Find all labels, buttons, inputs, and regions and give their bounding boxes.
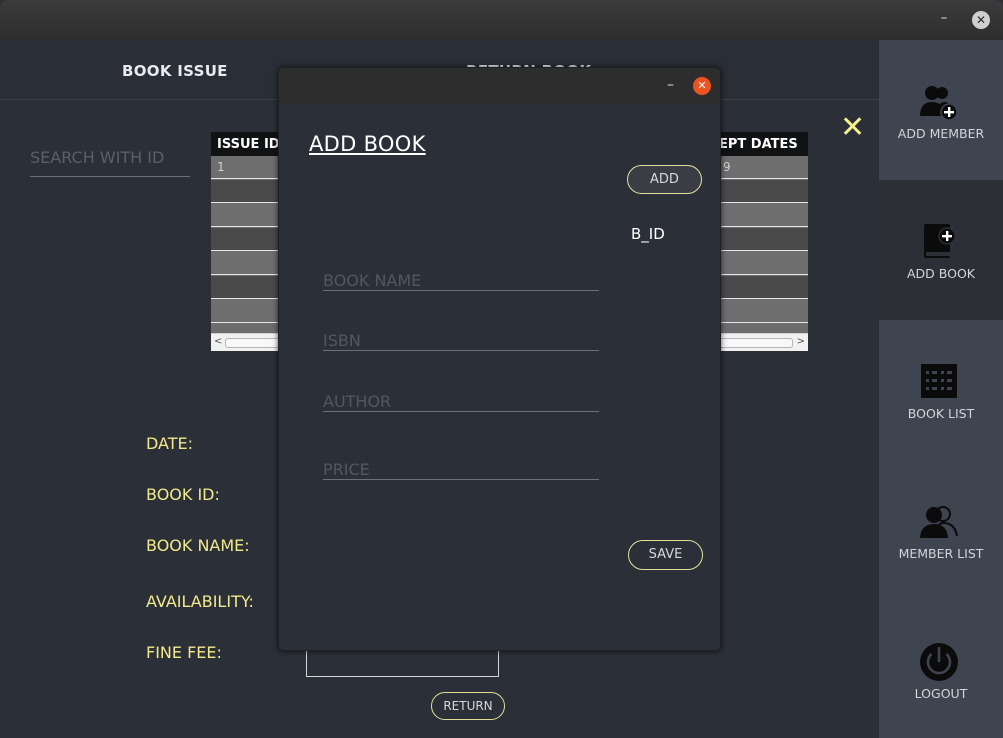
sidebar-item-member-list[interactable]: MEMBER LIST: [879, 460, 1003, 600]
sidebar: ADD MEMBER ADD BOOK BOOK LIST MEMBER LIS…: [879, 40, 1003, 738]
return-button[interactable]: RETURN: [431, 692, 505, 720]
book-id-label: B_ID: [631, 225, 665, 243]
close-icon[interactable]: ✕: [840, 113, 865, 143]
window-titlebar: – ✕: [0, 0, 1003, 40]
tab-book-issue[interactable]: BOOK ISSUE: [122, 62, 228, 80]
add-button[interactable]: ADD: [627, 165, 702, 194]
sidebar-item-label: BOOK LIST: [907, 406, 975, 421]
table-cell: 1: [217, 160, 225, 174]
sidebar-item-book-list[interactable]: BOOK LIST: [879, 320, 1003, 460]
fine-fee-label: FINE FEE:: [146, 643, 222, 662]
table-cell: 9: [723, 160, 731, 174]
book-name-label: BOOK NAME:: [146, 536, 250, 555]
book-id-label: BOOK ID:: [146, 485, 220, 504]
sidebar-item-label: LOGOUT: [914, 686, 968, 701]
member-list-icon: [920, 506, 958, 538]
save-button[interactable]: SAVE: [628, 540, 703, 570]
window-minimize-button[interactable]: –: [937, 11, 951, 27]
date-label: DATE:: [146, 434, 194, 453]
sidebar-item-label: ADD MEMBER: [897, 126, 985, 141]
author-input[interactable]: AUTHOR: [323, 382, 599, 412]
dialog-title: ADD BOOK: [309, 132, 426, 156]
scroll-right-icon[interactable]: >: [797, 336, 805, 347]
dialog-minimize-button[interactable]: –: [667, 77, 674, 93]
book-list-icon: [921, 364, 957, 398]
sidebar-item-add-member[interactable]: ADD MEMBER: [879, 40, 1003, 180]
add-book-icon: [924, 224, 956, 258]
power-icon: [920, 643, 958, 681]
dialog-close-button[interactable]: ✕: [693, 77, 711, 95]
scroll-left-icon[interactable]: <: [214, 336, 222, 347]
search-input[interactable]: SEARCH WITH ID: [30, 145, 190, 177]
add-member-icon: [920, 86, 958, 121]
dialog-titlebar[interactable]: – ✕: [279, 68, 720, 104]
add-book-dialog: – ✕ ADD BOOK ADD B_ID BOOK NAME ISBN AUT…: [278, 67, 721, 651]
column-header-issue-id[interactable]: ISSUE ID: [217, 137, 280, 152]
sidebar-item-label: ADD BOOK: [906, 266, 975, 281]
sidebar-item-logout[interactable]: LOGOUT: [879, 600, 1003, 738]
sidebar-item-add-book[interactable]: ADD BOOK: [879, 180, 1003, 320]
price-input[interactable]: PRICE: [323, 450, 599, 480]
window-close-button[interactable]: ✕: [972, 11, 990, 29]
isbn-input[interactable]: ISBN: [323, 321, 599, 351]
book-name-input[interactable]: BOOK NAME: [323, 261, 599, 291]
sidebar-item-label: MEMBER LIST: [898, 546, 984, 561]
availability-label: AVAILABILITY:: [146, 592, 254, 611]
column-header-dates[interactable]: EPT DATES: [719, 137, 798, 152]
